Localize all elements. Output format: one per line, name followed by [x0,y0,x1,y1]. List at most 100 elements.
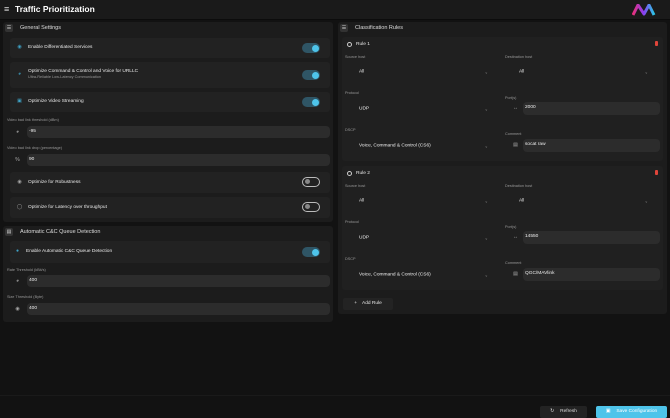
save-label: Save Configuration [616,409,658,414]
radio-icon[interactable] [347,171,352,176]
delete-icon[interactable] [655,170,658,175]
refresh-label: Refresh [560,409,577,414]
logo [632,4,656,16]
field-label: Rate Threshold (kBit/s) [7,268,46,272]
dest-select[interactable]: All ⌄ [505,188,660,214]
chevron-down-icon: ⌄ [484,69,488,75]
panel-title: Classification Rules [355,25,403,31]
urllc-toggle[interactable] [302,70,320,80]
chevron-down-icon: ⌄ [644,69,648,75]
speed-icon: ◕ [17,71,22,77]
toggle-label: Optimize Command & Control and Voice for… [28,69,139,74]
menu-icon[interactable]: ≡ [4,5,9,14]
toggle-label: Enable Automatic C&C Queue Detection [26,249,113,254]
panel-title: General Settings [20,25,61,31]
robustness-toggle[interactable] [302,177,320,187]
dscp-value: Voice, Command & Control (CS6) [359,143,431,149]
rule-name: Rule 2 [356,171,370,176]
toggle-row-diffserv: ◉ Enable Differentiated Services [10,38,330,58]
page-title: Traffic Prioritization [15,4,95,14]
status-dot-icon: ● [15,248,20,254]
gauge-icon: ◕ [15,129,20,135]
size-icon: ◉ [15,306,20,312]
rule-card: Rule 1 Source host All ⌄ Destination host… [342,37,663,161]
chevron-down-icon: ⌄ [484,143,488,149]
toggle-row-robustness: ◉ Optimize for Robustness [10,172,330,193]
rule-name: Rule 1 [356,42,370,47]
timer-icon: ◯ [16,204,23,210]
rate-input[interactable]: 400 [27,275,330,287]
cc-queue-panel: ▤ Automatic C&C Queue Detection ● Enable… [3,226,333,322]
field-label: Video bad link threshold (dBm) [7,118,59,122]
toggle-label: Enable Differentiated Services [28,45,93,50]
protocol-select[interactable]: UDP ⌄ [345,225,500,251]
cc-toggle[interactable] [302,247,320,257]
delete-icon[interactable] [655,41,658,46]
rule-card: Rule 2 Source host All ⌄ Destination host… [342,166,663,290]
video-icon: ▣ [17,98,22,104]
chevron-down-icon: ⌄ [484,106,488,112]
dscp-select[interactable]: Voice, Command & Control (CS6) ⌄ [345,262,500,288]
toggle-label: Optimize for Robustness [28,180,81,185]
add-rule-button[interactable]: + Add Rule [343,298,393,310]
toggle-row-urllc: ◕ Optimize Command & Control and Voice f… [10,62,330,88]
code-icon: ↔ [513,105,518,111]
toggle-label: Optimize for Latency over throughput [28,205,107,210]
toggle-label: Optimize Video Streaming [28,99,84,104]
code-icon: ↔ [513,234,518,240]
toggle-sublabel: Ultra-Reliable Low-Latency Communication [28,75,102,79]
radio-icon[interactable] [347,42,352,47]
comment-input[interactable]: QGC/MAVlink [523,268,660,281]
dest-value: All [519,69,525,75]
ports-label: Port(s) [505,96,517,100]
gauge-icon: ◕ [15,278,20,284]
app-header: ≡ Traffic Prioritization [0,0,670,20]
source-value: All [359,69,365,75]
field-label: Video bad link drop (percentage) [7,146,63,150]
footer-bar: ↻ Refresh ▣ Save Configuration [0,395,670,418]
percent-icon: % [15,157,20,163]
dscp-select[interactable]: Voice, Command & Control (CS6) ⌄ [345,133,500,159]
latency-toggle[interactable] [302,202,320,212]
comment-icon: ▤ [513,142,518,148]
comment-label: Comment [505,132,522,136]
save-configuration-button[interactable]: ▣ Save Configuration [596,406,667,418]
ports-input[interactable]: 2000 [523,102,660,115]
general-settings-panel: ☰ General Settings ◉ Enable Differentiat… [3,22,333,222]
ports-label: Port(s) [505,225,517,229]
panel-title: Automatic C&C Queue Detection [20,229,101,235]
settings-icon: ☰ [5,24,13,32]
queue-icon: ▤ [5,228,13,236]
shield-icon: ◉ [17,44,22,50]
chevron-down-icon: ⌄ [484,235,488,241]
save-icon: ▣ [605,409,611,414]
protocol-value: UDP [359,106,370,112]
comment-icon: ▤ [513,271,518,277]
dest-select[interactable]: All ⌄ [505,59,660,85]
source-select[interactable]: All ⌄ [345,59,500,85]
classification-rules-panel: ☰ Classification Rules Rule 1 Source hos… [338,22,667,314]
size-input[interactable]: 400 [27,303,330,315]
ports-input[interactable]: 14550 [523,231,660,244]
video-toggle[interactable] [302,97,320,107]
refresh-icon: ↻ [550,409,555,414]
dscp-value: Voice, Command & Control (CS6) [359,272,431,278]
dest-value: All [519,198,525,204]
threshold-input[interactable]: -95 [27,126,330,138]
protocol-label: Protocol [345,220,359,224]
comment-input[interactable]: socat raw [523,139,660,152]
refresh-button[interactable]: ↻ Refresh [540,406,587,418]
plus-icon: + [354,301,358,306]
protocol-select[interactable]: UDP ⌄ [345,96,500,122]
dscp-label: DSCP [345,257,356,261]
protocol-value: UDP [359,235,370,241]
chevron-down-icon: ⌄ [484,272,488,278]
drop-input[interactable]: 90 [27,154,330,166]
toggle-row-video: ▣ Optimize Video Streaming [10,92,330,112]
field-label: Size Threshold (Byte) [7,295,44,299]
protocol-label: Protocol [345,91,359,95]
source-select[interactable]: All ⌄ [345,188,500,214]
diffserv-toggle[interactable] [302,43,320,53]
add-rule-label: Add Rule [362,301,382,306]
chevron-down-icon: ⌄ [644,198,648,204]
